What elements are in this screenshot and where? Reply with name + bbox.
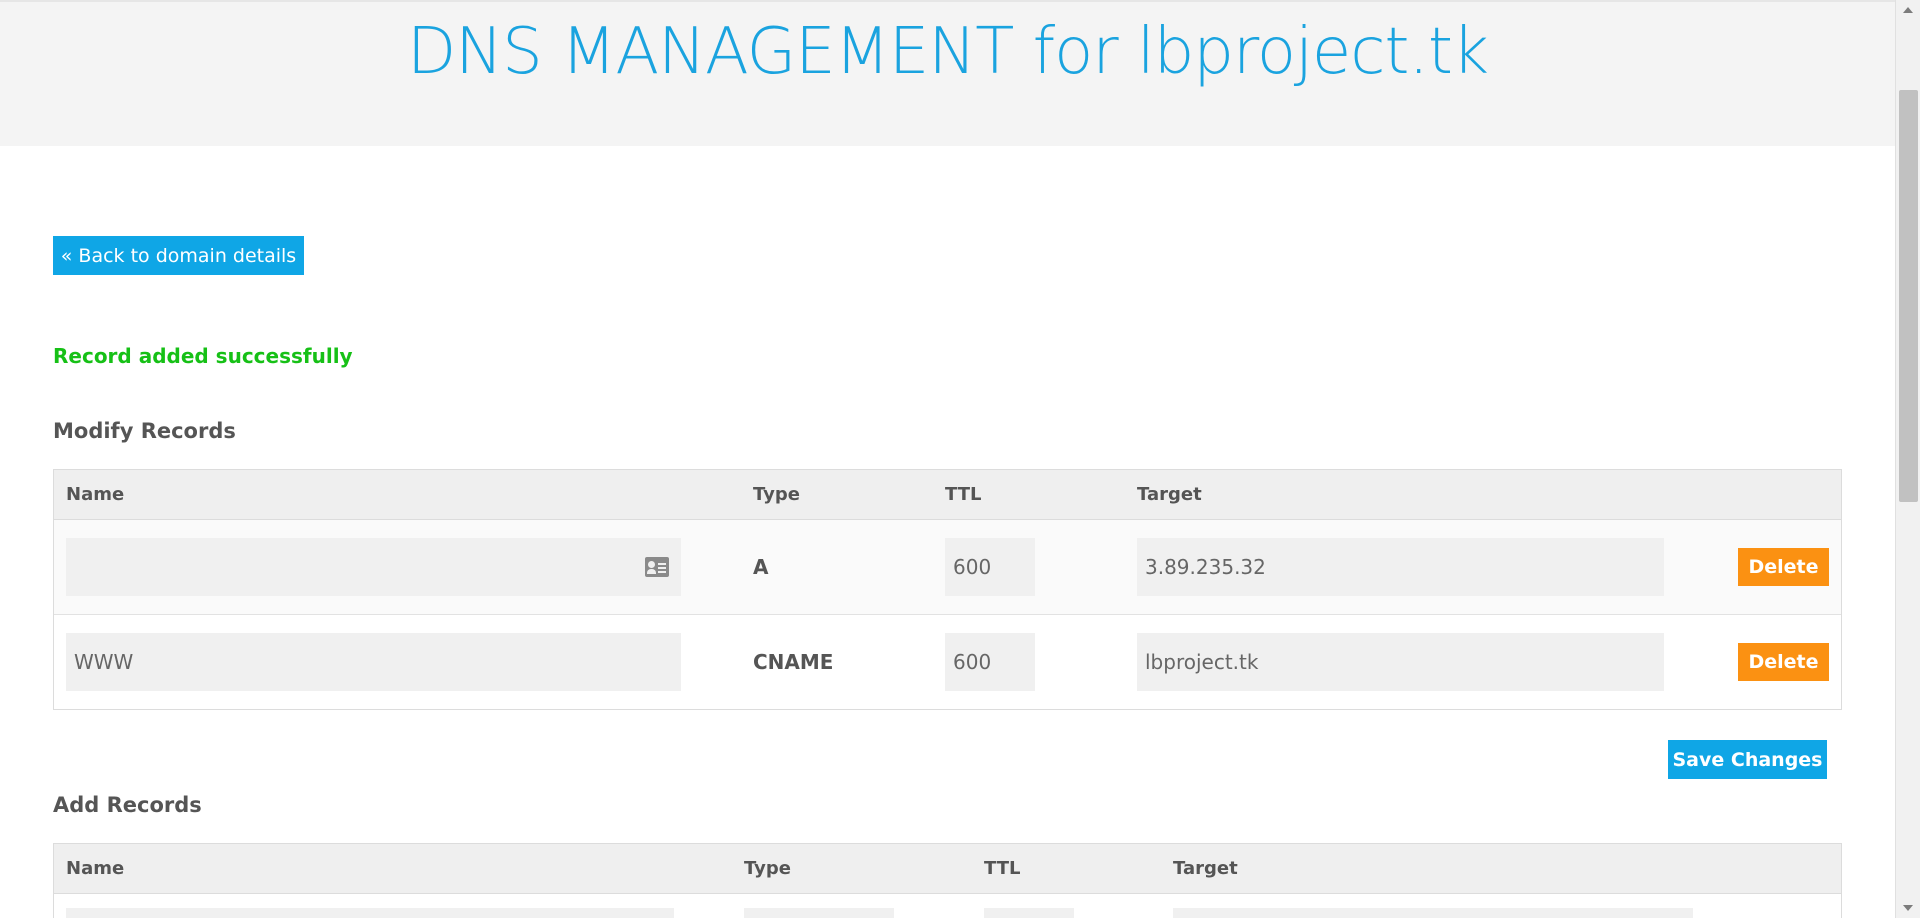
delete-button[interactable]: Delete <box>1738 548 1829 586</box>
add-table-header: Name Type TTL Target <box>54 844 1841 894</box>
success-message: Record added successfully <box>53 344 353 368</box>
contact-card-icon[interactable] <box>645 557 669 577</box>
add-record-row <box>54 894 1841 918</box>
column-header-name: Name <box>66 858 125 879</box>
scrollbar-thumb[interactable] <box>1899 90 1918 502</box>
page-title: DNS MANAGEMENT for lbproject.tk <box>406 15 1489 89</box>
scroll-down-arrow-icon[interactable] <box>1896 898 1920 918</box>
ttl-value: 600 <box>953 650 992 674</box>
name-input[interactable] <box>66 538 681 596</box>
name-value: WWW <box>74 650 134 674</box>
column-header-ttl: TTL <box>984 858 1021 879</box>
modify-records-table: Name Type TTL Target A 600 3.89.235.32 D… <box>53 469 1842 710</box>
column-header-target: Target <box>1173 858 1238 879</box>
target-input[interactable]: 3.89.235.32 <box>1137 538 1664 596</box>
dns-management-page: DNS MANAGEMENT for lbproject.tk « Back t… <box>0 0 1920 918</box>
column-header-target: Target <box>1137 484 1202 505</box>
name-input[interactable]: WWW <box>66 633 681 691</box>
scroll-up-arrow-icon[interactable] <box>1896 0 1920 20</box>
ttl-input[interactable]: 600 <box>945 538 1035 596</box>
new-type-select[interactable] <box>744 908 894 918</box>
page-header: DNS MANAGEMENT for lbproject.tk <box>0 0 1895 146</box>
target-value: 3.89.235.32 <box>1145 555 1266 579</box>
column-header-type: Type <box>753 484 800 505</box>
back-to-domain-details-button[interactable]: « Back to domain details <box>53 236 304 275</box>
add-records-heading: Add Records <box>53 793 202 817</box>
ttl-input[interactable]: 600 <box>945 633 1035 691</box>
modify-table-header: Name Type TTL Target <box>54 470 1841 520</box>
vertical-scrollbar[interactable] <box>1895 0 1920 918</box>
new-target-input[interactable] <box>1173 908 1693 918</box>
record-type: CNAME <box>753 650 834 674</box>
ttl-value: 600 <box>953 555 992 579</box>
column-header-ttl: TTL <box>945 484 982 505</box>
record-type: A <box>753 555 769 579</box>
column-header-type: Type <box>744 858 791 879</box>
modify-records-heading: Modify Records <box>53 419 236 443</box>
target-input[interactable]: lbproject.tk <box>1137 633 1664 691</box>
add-records-table: Name Type TTL Target <box>53 843 1842 918</box>
table-row: WWW CNAME 600 lbproject.tk Delete <box>54 615 1841 710</box>
column-header-name: Name <box>66 484 125 505</box>
target-value: lbproject.tk <box>1145 650 1259 674</box>
new-name-input[interactable] <box>66 908 674 918</box>
save-changes-button[interactable]: Save Changes <box>1668 740 1827 779</box>
delete-button[interactable]: Delete <box>1738 643 1829 681</box>
table-row: A 600 3.89.235.32 Delete <box>54 520 1841 615</box>
new-ttl-input[interactable] <box>984 908 1074 918</box>
